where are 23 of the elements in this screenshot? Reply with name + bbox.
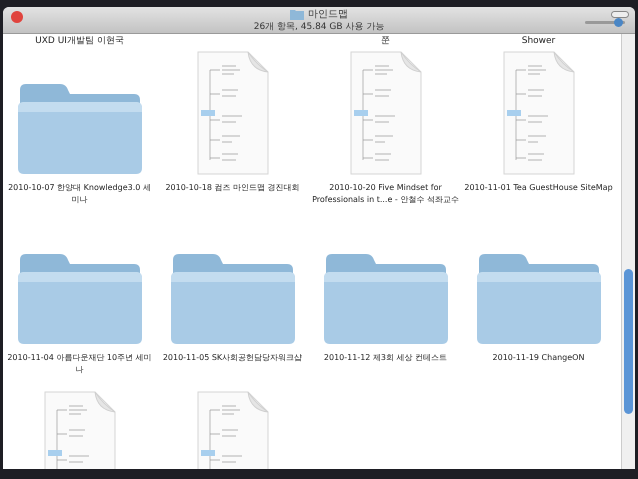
file-label[interactable]: 2010-11-01 Tea GuestHouse SiteMap bbox=[464, 182, 614, 220]
scroll-thumb[interactable] bbox=[624, 269, 633, 414]
icon-size-slider[interactable] bbox=[585, 21, 625, 24]
window-title: 마인드맵 bbox=[308, 8, 348, 22]
file-label[interactable]: Shower bbox=[522, 35, 556, 49]
folder-icon bbox=[290, 9, 304, 20]
file-label[interactable]: UXD UI개발팀 이현국 bbox=[35, 35, 124, 49]
file-label[interactable]: 2010-11-04 아름다운재단 10주년 세미나 bbox=[4, 352, 154, 390]
scrollbar[interactable] bbox=[621, 34, 635, 469]
file-label[interactable]: 2010-10-20 Five Mindset for Professionals in t...e - 안철수 석좌교수 bbox=[310, 182, 460, 220]
document-icon[interactable] bbox=[196, 50, 270, 176]
document-icon[interactable] bbox=[502, 50, 576, 176]
file-label[interactable]: 쭌 bbox=[381, 35, 390, 49]
toolbar-toggle-button[interactable] bbox=[611, 11, 629, 18]
file-label[interactable]: 2010-10-18 컴즈 마인드맵 경진대회 bbox=[158, 182, 308, 220]
file-label[interactable]: 2010-10-07 한양대 Knowledge3.0 세미나 bbox=[4, 182, 154, 220]
status-text: 26개 항목, 45.84 GB 사용 가능 bbox=[254, 22, 384, 33]
file-label[interactable]: 2010-11-05 SK사회공헌담당자워크샵 bbox=[158, 352, 308, 390]
file-label[interactable]: 2010-11-12 제3회 세상 컨테스트 bbox=[310, 352, 460, 390]
close-button[interactable] bbox=[11, 11, 23, 23]
file-label[interactable]: 2010-11-19 ChangeON bbox=[464, 352, 614, 390]
slider-thumb[interactable] bbox=[614, 18, 623, 27]
document-icon[interactable] bbox=[348, 50, 422, 176]
